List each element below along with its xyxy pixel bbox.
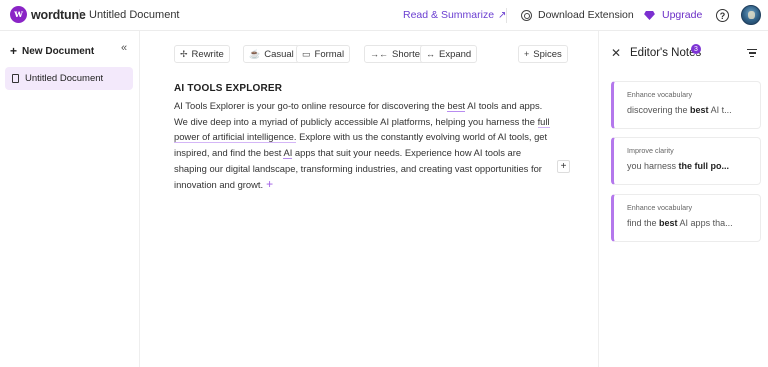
inline-add-icon[interactable]: + xyxy=(266,177,273,191)
document-body[interactable]: AI Tools Explorer is your go-to online r… xyxy=(174,98,554,192)
file-icon xyxy=(12,74,19,83)
note-card[interactable]: Enhance vocabulary discovering the best … xyxy=(611,81,761,129)
formal-button[interactable]: ▭ Formal xyxy=(296,45,351,63)
top-header: w wordtune Untitled Document Read & Summ… xyxy=(0,0,768,31)
note-card[interactable]: Improve clarity you harness the full po.… xyxy=(611,137,761,185)
note-label: Enhance vocabulary xyxy=(627,203,693,212)
spices-label: Spices xyxy=(533,48,562,60)
expand-button[interactable]: ↔ Expand xyxy=(420,45,478,63)
note-label: Enhance vocabulary xyxy=(627,90,693,99)
new-document-label: New Document xyxy=(22,45,95,57)
sparkle-icon: ✢ xyxy=(180,48,188,59)
download-extension-label: Download Extension xyxy=(538,9,634,21)
formal-label: Formal xyxy=(314,48,345,60)
upgrade-button[interactable]: Upgrade xyxy=(644,9,702,21)
suggestion-highlight-best[interactable]: best xyxy=(447,100,466,112)
spices-button[interactable]: + Spices xyxy=(518,45,568,63)
close-icon[interactable]: ✕ xyxy=(611,46,621,60)
chrome-icon xyxy=(521,9,532,21)
note-snippet: discovering the best AI t... xyxy=(627,105,732,115)
collapse-sidebar-icon[interactable]: « xyxy=(121,42,127,54)
help-icon[interactable]: ? xyxy=(716,9,729,22)
add-block-button[interactable]: + xyxy=(557,160,570,173)
casual-button[interactable]: ☕ Casual xyxy=(243,45,300,63)
header-divider xyxy=(506,8,507,23)
rewrite-button[interactable]: ✢ Rewrite xyxy=(174,45,230,63)
sidebar-document-item[interactable]: Untitled Document xyxy=(5,67,133,90)
read-summarize-link[interactable]: Read & Summarize ↗ xyxy=(403,9,506,21)
casual-label: Casual xyxy=(264,48,294,60)
read-summarize-label: Read & Summarize xyxy=(403,9,495,21)
note-card[interactable]: Enhance vocabulary find the best AI apps… xyxy=(611,194,761,242)
rewrite-label: Rewrite xyxy=(191,48,224,60)
logo-text: wordtune xyxy=(31,7,86,22)
notes-count-badge: 3 xyxy=(691,44,701,54)
note-snippet: you harness the full po... xyxy=(627,161,730,171)
wordtune-logo[interactable]: w wordtune xyxy=(10,6,86,23)
download-extension-button[interactable]: Download Extension xyxy=(521,9,634,21)
filter-icon[interactable] xyxy=(747,49,757,57)
suggestion-highlight-ai[interactable]: AI xyxy=(283,147,293,160)
logo-icon: w xyxy=(10,6,27,23)
note-label: Improve clarity xyxy=(627,146,674,155)
plus-icon: + xyxy=(10,44,18,58)
new-document-button[interactable]: + New Document xyxy=(10,44,94,58)
expand-icon: ↔ xyxy=(426,49,435,59)
diamond-icon xyxy=(644,10,655,20)
note-snippet: find the best AI apps tha... xyxy=(627,218,733,228)
document-title[interactable]: Untitled Document xyxy=(89,9,180,21)
formal-icon: ▭ xyxy=(302,48,311,59)
expand-label: Expand xyxy=(439,48,472,60)
casual-icon: ☕ xyxy=(249,48,261,59)
plus-icon: + xyxy=(524,49,530,59)
sidebar-document-label: Untitled Document xyxy=(25,73,104,84)
document-heading: AI TOOLS EXPLORER xyxy=(174,83,283,94)
editors-notes-panel: ✕ Editor's Notes 3 Enhance vocabulary di… xyxy=(598,31,768,367)
documents-sidebar: + New Document « Untitled Document xyxy=(0,31,140,367)
document-editor[interactable]: AI TOOLS EXPLORER AI Tools Explorer is y… xyxy=(174,83,554,192)
user-avatar[interactable] xyxy=(741,5,761,25)
header-separator xyxy=(79,9,80,21)
shorten-icon: →← xyxy=(370,49,388,59)
upgrade-label: Upgrade xyxy=(662,9,703,21)
body-text-1: AI Tools Explorer is your go-to online r… xyxy=(174,100,448,111)
